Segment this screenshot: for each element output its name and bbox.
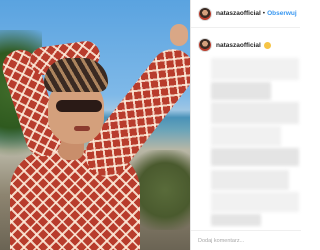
photo-sunglasses — [56, 100, 102, 112]
blurred-comment — [211, 58, 299, 80]
blurred-comment — [211, 126, 281, 146]
blurred-comment — [211, 148, 299, 166]
caption-avatar[interactable] — [198, 38, 212, 52]
blurred-comment — [211, 170, 289, 190]
blurred-comment — [211, 82, 271, 100]
post-sidebar: nataszaofficial • Obserwuj nataszaoffici… — [190, 0, 301, 250]
author-username[interactable]: nataszaofficial — [216, 10, 261, 17]
header-separator: • — [262, 10, 266, 17]
smiley-face-icon — [263, 41, 271, 49]
photo-mouth — [74, 126, 90, 131]
caption-row: nataszaofficial — [191, 28, 300, 52]
comment-bar — [191, 230, 301, 250]
caption-username[interactable]: nataszaofficial — [216, 42, 261, 49]
photo-headscarf — [44, 58, 108, 92]
follow-button[interactable]: Obserwuj — [267, 10, 297, 17]
author-avatar[interactable] — [198, 6, 212, 21]
photo-hand — [170, 24, 188, 46]
add-comment-input[interactable] — [198, 237, 288, 244]
instagram-post: nataszaofficial • Obserwuj nataszaoffici… — [0, 0, 301, 250]
blurred-comment — [211, 102, 299, 124]
post-header: nataszaofficial • Obserwuj — [191, 0, 300, 28]
post-photo[interactable] — [0, 0, 190, 250]
blurred-comment — [211, 192, 299, 212]
blurred-comment — [211, 214, 261, 226]
